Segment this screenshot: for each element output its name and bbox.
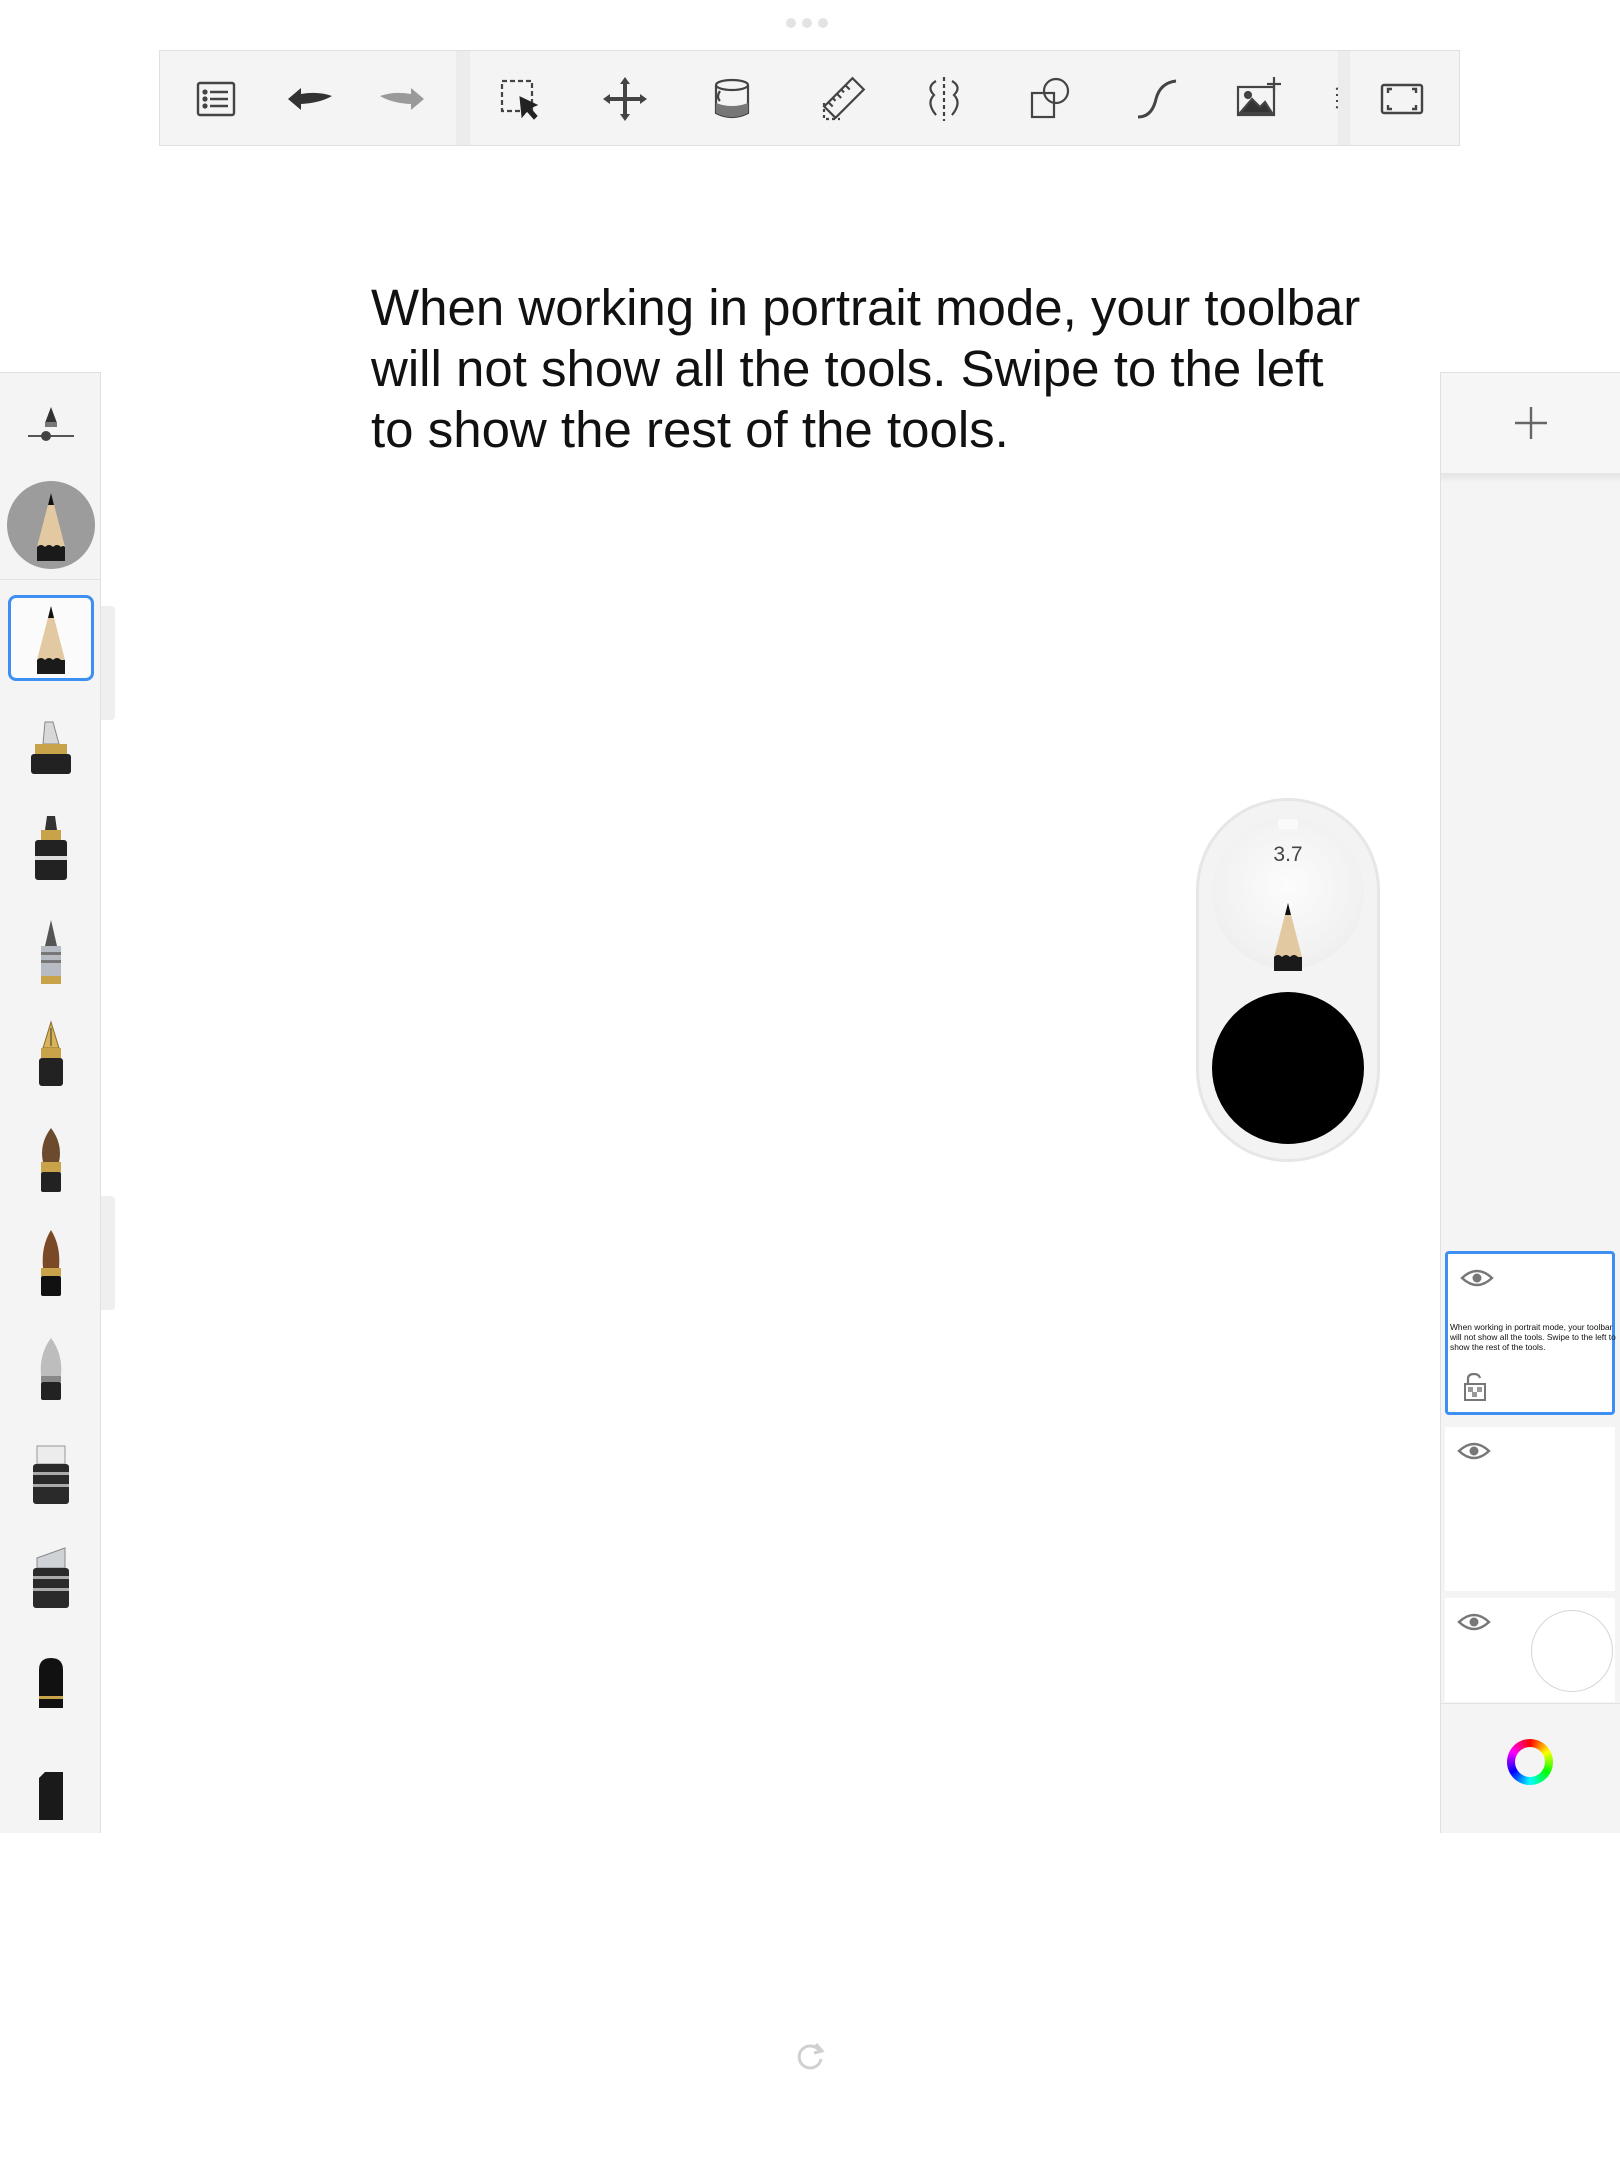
eye-icon[interactable] — [1457, 1610, 1491, 1634]
layer-item-text[interactable]: When working in portrait mode, your tool… — [1445, 1251, 1616, 1415]
fill-bucket-icon[interactable] — [702, 69, 762, 129]
layer-item-background[interactable] — [1445, 1598, 1615, 1702]
brush-panel-tab[interactable] — [101, 606, 115, 720]
brush-paint-brush[interactable] — [8, 1117, 94, 1203]
brush-ink-brush[interactable] — [8, 1221, 94, 1307]
brush-airbrush[interactable] — [8, 1325, 94, 1411]
canvas-instruction-text: When working in portrait mode, your tool… — [371, 279, 1361, 458]
top-toolbar — [159, 50, 1460, 146]
toolbar-separator — [456, 51, 470, 145]
lock-transparency-icon[interactable] — [1462, 1372, 1488, 1402]
brush-blender[interactable] — [8, 1741, 94, 1827]
panel-divider — [0, 579, 100, 580]
selection-icon[interactable] — [490, 69, 550, 129]
eye-icon[interactable] — [1457, 1439, 1491, 1463]
brush-pencil[interactable] — [8, 595, 94, 681]
add-image-icon[interactable] — [1228, 69, 1288, 129]
symmetry-icon[interactable] — [914, 69, 974, 129]
dial-notch — [1278, 819, 1298, 829]
refresh-icon[interactable] — [794, 2040, 826, 2072]
brush-eraser-flat[interactable] — [8, 1429, 94, 1515]
shapes-icon[interactable] — [1020, 69, 1080, 129]
plus-icon — [1515, 407, 1547, 439]
brush-size-dial[interactable]: 3.7 — [1212, 817, 1364, 971]
eye-icon[interactable] — [1460, 1266, 1494, 1290]
brush-ink-pen[interactable] — [8, 805, 94, 891]
brush-marker[interactable] — [8, 701, 94, 787]
brush-settings-icon[interactable] — [24, 403, 78, 457]
redo-icon[interactable] — [372, 69, 432, 129]
ruler-icon[interactable] — [814, 69, 874, 129]
stroke-curve-icon[interactable] — [1126, 69, 1186, 129]
brush-smudge[interactable] — [8, 1637, 94, 1723]
panel-shadow — [1441, 473, 1620, 483]
brush-eraser-angled[interactable] — [8, 1533, 94, 1619]
undo-icon[interactable] — [280, 69, 340, 129]
layer-item-empty[interactable] — [1445, 1427, 1615, 1591]
top-drag-handle[interactable] — [786, 18, 828, 28]
fullscreen-icon[interactable] — [1372, 69, 1432, 129]
brush-fountain-pen[interactable] — [8, 1013, 94, 1099]
toolbar-separator — [1338, 51, 1350, 145]
current-brush-indicator[interactable] — [7, 481, 95, 569]
brush-puck[interactable]: 3.7 — [1196, 798, 1380, 1162]
background-color-circle[interactable] — [1531, 1610, 1613, 1692]
brush-ballpoint-pen[interactable] — [8, 909, 94, 995]
add-layer-button[interactable] — [1441, 373, 1620, 473]
brush-library-panel — [0, 372, 101, 1833]
current-color-swatch[interactable] — [1212, 992, 1364, 1144]
list-menu-icon[interactable] — [186, 69, 246, 129]
layer-editor-panel: When working in portrait mode, your tool… — [1440, 372, 1620, 1833]
color-wheel-icon[interactable] — [1507, 1739, 1553, 1785]
layer-thumbnail-text: When working in portrait mode, your tool… — [1450, 1322, 1616, 1352]
transform-move-icon[interactable] — [595, 69, 655, 129]
puck-pencil-icon — [1274, 903, 1302, 971]
brush-size-value: 3.7 — [1273, 843, 1303, 866]
panel-divider — [1441, 1703, 1620, 1704]
brush-panel-tab[interactable] — [101, 1196, 115, 1310]
